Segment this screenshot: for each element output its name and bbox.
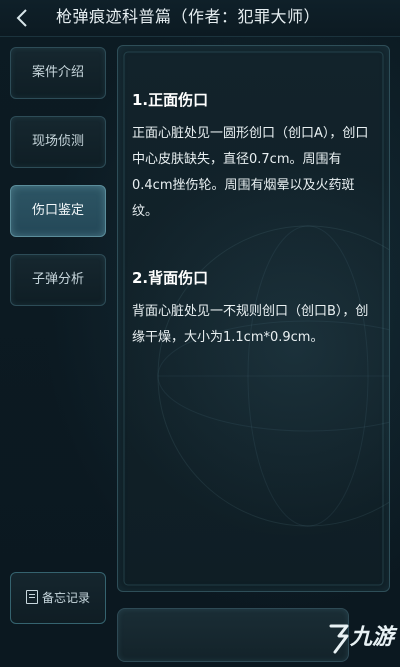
notebook-icon <box>25 590 38 604</box>
watermark-text: 九游 <box>350 625 395 650</box>
app-screen: 枪弹痕迹科普篇（作者：犯罪大师） 案件介绍 现场侦测 伤口鉴定 子弹分析 备忘记… <box>0 0 400 667</box>
bottom-action-button[interactable] <box>117 608 349 662</box>
content-panel: 1.正面伤口 正面心脏处见一圆形创口（创口A），创口中心皮肤缺失，直径0.7cm… <box>117 45 390 592</box>
back-button[interactable] <box>10 4 34 32</box>
section-text-back-wound: 背面心脏处见一不规则创口（创口B），创缘干燥，大小为1.1cm*0.9cm。 <box>132 304 369 345</box>
page-title: 枪弹痕迹科普篇（作者：犯罪大师） <box>56 7 321 26</box>
tab-wound-identification[interactable]: 伤口鉴定 <box>10 185 106 237</box>
section-title-front-wound: 1.正面伤口 <box>132 91 209 109</box>
section-title-back-wound: 2.背面伤口 <box>132 269 209 287</box>
chevron-left-icon <box>16 9 27 27</box>
notes-button[interactable]: 备忘记录 <box>10 572 106 624</box>
tab-scene-investigation[interactable]: 现场侦测 <box>10 116 106 168</box>
tab-bullet-analysis[interactable]: 子弹分析 <box>10 254 106 306</box>
top-bar: 枪弹痕迹科普篇（作者：犯罪大师） <box>0 0 400 37</box>
tab-case-intro[interactable]: 案件介绍 <box>10 47 106 99</box>
notes-button-label: 备忘记录 <box>41 591 90 605</box>
section-text-front-wound: 正面心脏处见一圆形创口（创口A），创口中心皮肤缺失，直径0.7cm。周围有0.4… <box>132 126 369 219</box>
